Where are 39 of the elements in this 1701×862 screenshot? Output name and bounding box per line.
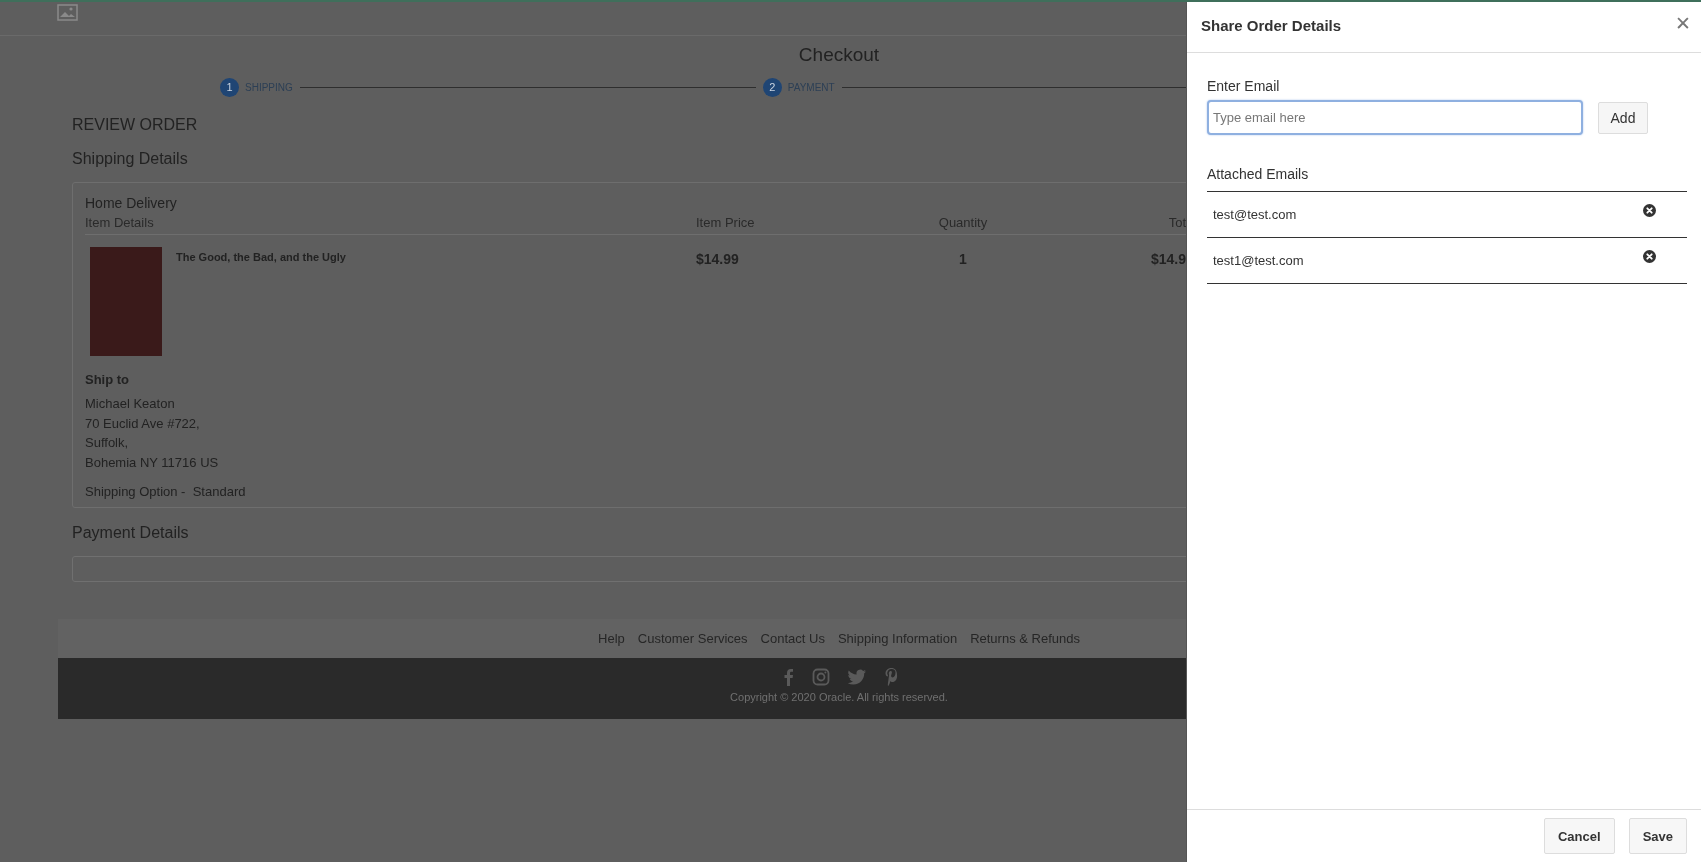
item-price: $14.99 xyxy=(696,250,740,269)
address-line: Bohemia NY 11716 US xyxy=(85,453,220,472)
item-name: The Good, the Bad, and the Ugly xyxy=(176,251,346,265)
list-label: Attached Emails xyxy=(1207,166,1310,182)
remove-icon[interactable] xyxy=(1643,250,1656,263)
pinterest-icon xyxy=(883,667,898,686)
dialog-button[interactable]: Save xyxy=(1628,818,1687,854)
step-number: 1 xyxy=(220,77,239,97)
footer-link[interactable]: Help xyxy=(598,631,625,646)
attached-email: test@test.com xyxy=(1213,207,1297,222)
section-title: REVIEW ORDER xyxy=(72,116,199,134)
email-input-field[interactable]: Type email here xyxy=(1207,100,1583,135)
footer-link[interactable]: Contact Us xyxy=(760,631,825,646)
dialog-title: Share Order Details xyxy=(1201,17,1342,34)
footer-link[interactable]: Customer Services xyxy=(637,631,748,646)
ship-to-label: Ship to xyxy=(85,372,131,387)
address-line: Michael Keaton xyxy=(85,395,176,413)
card-title: Home Delivery xyxy=(85,195,178,211)
remove-icon[interactable] xyxy=(1643,204,1656,217)
attached-email: test1@test.com xyxy=(1213,253,1304,268)
address-line: Suffolk, xyxy=(85,434,130,452)
field-label: Enter Email xyxy=(1207,78,1281,94)
item-total: $14.9 xyxy=(1150,251,1186,267)
dialog-button[interactable]: Cancel xyxy=(1544,818,1615,854)
footer-link[interactable]: Returns & Refunds xyxy=(970,631,1080,646)
shipping-option: Shipping Option - Standard xyxy=(85,484,1186,499)
close-button[interactable]: ✕ xyxy=(1671,11,1695,35)
step-number: 2 xyxy=(762,77,782,97)
bird-icon xyxy=(846,667,867,686)
address-line: 70 Euclid Ave #722, xyxy=(85,414,201,433)
item-quantity: 1 xyxy=(958,250,968,269)
section-heading: Payment Details xyxy=(72,524,190,542)
page-title: Checkout xyxy=(797,44,881,66)
instagram-icon xyxy=(811,667,830,686)
copyright-text: Copyright © 2020 Oracle. All rights reserved. xyxy=(730,691,948,703)
footer-link[interactable]: Shipping Information xyxy=(837,631,958,646)
section-heading: Shipping Details xyxy=(72,150,189,168)
add-button[interactable]: Add xyxy=(1598,101,1648,134)
broken-image-icon xyxy=(57,4,78,22)
